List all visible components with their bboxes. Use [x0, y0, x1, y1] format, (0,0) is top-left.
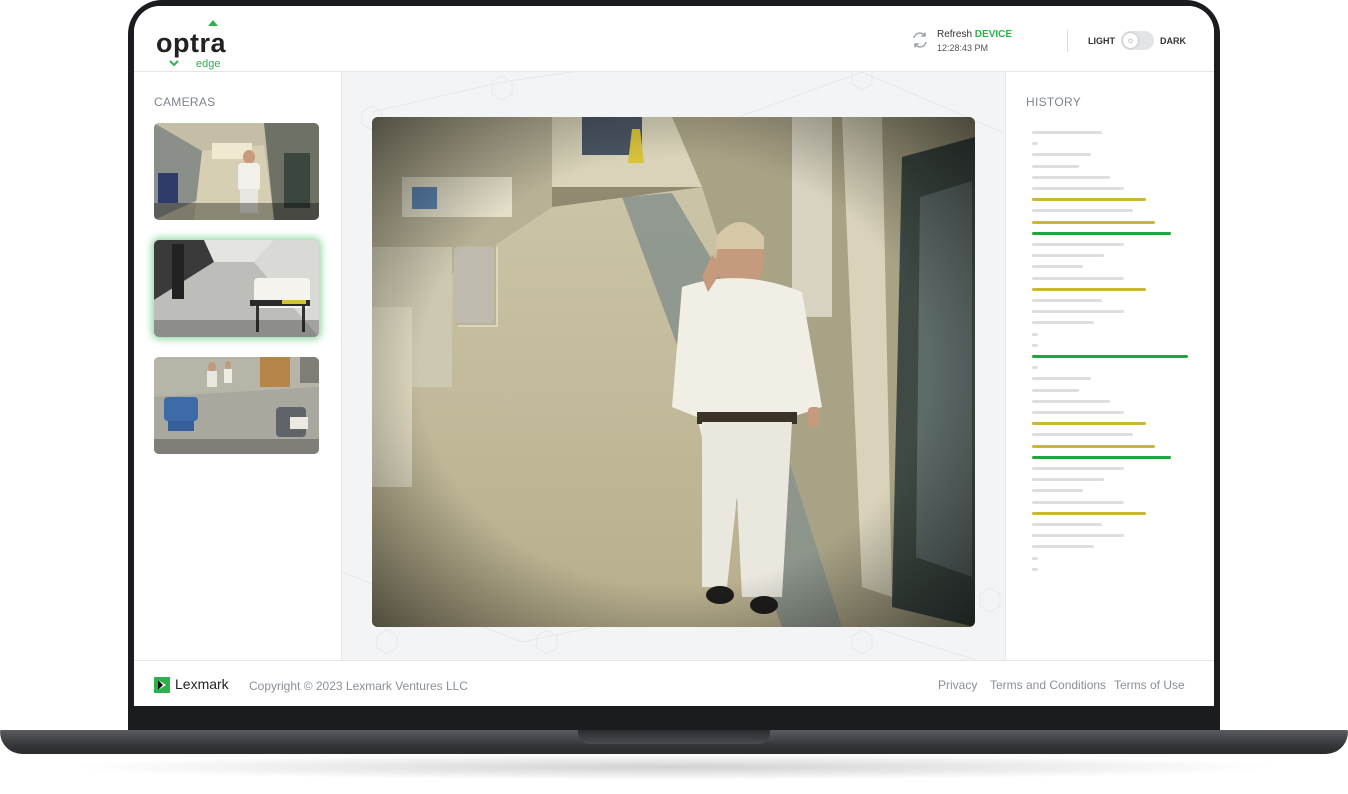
history-entry[interactable] [1032, 243, 1124, 246]
terms-and-conditions-link[interactable]: Terms and Conditions [990, 678, 1106, 692]
app-screen: optra edge Refresh DEVICE 12:28:43 PM LI… [134, 6, 1214, 706]
main-feed-panel [342, 72, 1005, 660]
cameras-title: CAMERAS [154, 95, 216, 109]
history-entry[interactable] [1032, 310, 1124, 314]
history-entry[interactable] [1032, 523, 1102, 526]
history-entry[interactable] [1032, 276, 1124, 280]
camera-thumbnail-3[interactable] [154, 357, 319, 454]
history-entry[interactable] [1032, 545, 1094, 549]
history-entry[interactable] [1032, 511, 1146, 515]
history-entry[interactable] [1032, 366, 1038, 370]
cameras-panel: CAMERAS [134, 72, 342, 660]
history-entry[interactable] [1032, 164, 1079, 168]
laptop-chin [134, 706, 1214, 728]
history-entry[interactable] [1032, 153, 1091, 157]
history-title: HISTORY [1026, 95, 1082, 109]
history-entry[interactable] [1032, 422, 1146, 426]
history-entry[interactable] [1032, 343, 1038, 347]
history-entry[interactable] [1032, 411, 1124, 414]
theme-light-label: LIGHT [1088, 36, 1115, 46]
app-footer: Lexmark Copyright © 2023 Lexmark Venture… [134, 660, 1214, 706]
device-label: DEVICE [974, 29, 1013, 40]
history-entry[interactable] [1032, 131, 1102, 134]
refresh-time: 12:28:43 PM [937, 43, 989, 53]
app-header: optra edge Refresh DEVICE 12:28:43 PM LI… [134, 6, 1214, 72]
refresh-icon[interactable] [910, 30, 930, 50]
history-entry[interactable] [1032, 489, 1083, 493]
history-entry[interactable] [1032, 299, 1102, 302]
laptop-notch [578, 730, 770, 744]
refresh-label: Refresh [937, 29, 973, 40]
history-panel: HISTORY [1005, 72, 1214, 660]
lexmark-name: Lexmark [175, 676, 229, 692]
history-entry[interactable] [1032, 355, 1188, 358]
history-entry[interactable] [1032, 142, 1038, 146]
history-entry[interactable] [1032, 175, 1110, 179]
history-entry[interactable] [1032, 187, 1124, 190]
history-entry[interactable] [1032, 209, 1133, 213]
history-entry[interactable] [1032, 198, 1146, 202]
history-entry[interactable] [1032, 321, 1094, 325]
history-entry[interactable] [1032, 287, 1146, 291]
history-entry[interactable] [1032, 534, 1124, 538]
theme-dark-label: DARK [1160, 36, 1186, 46]
logo-chevron-down-icon [169, 60, 179, 67]
history-entry[interactable] [1032, 444, 1155, 448]
history-entry[interactable] [1032, 399, 1110, 403]
camera-1-feed [154, 123, 319, 220]
copyright-text: Copyright © 2023 Lexmark Ventures LLC [249, 679, 468, 693]
laptop-mockup: optra edge Refresh DEVICE 12:28:43 PM LI… [0, 0, 1348, 794]
logo-arrow-up-icon [208, 20, 218, 26]
header-divider [1067, 30, 1068, 52]
history-entry[interactable] [1032, 220, 1155, 224]
main-camera-image [372, 117, 975, 627]
camera-thumbnail-2[interactable] [154, 240, 319, 337]
privacy-link[interactable]: Privacy [938, 678, 977, 692]
history-entry[interactable] [1032, 567, 1038, 571]
history-entry[interactable] [1032, 332, 1038, 336]
logo-sub: edge [196, 58, 221, 70]
laptop-shadow [60, 754, 1288, 780]
history-entry[interactable] [1032, 265, 1083, 269]
history-entry[interactable] [1032, 433, 1133, 437]
camera-2-feed [154, 240, 319, 337]
history-entry[interactable] [1032, 388, 1079, 392]
history-entry[interactable] [1032, 556, 1038, 560]
history-entry[interactable] [1032, 231, 1171, 235]
history-entry[interactable] [1032, 478, 1104, 482]
refresh-device-button[interactable]: Refresh DEVICE [937, 29, 1012, 40]
history-entry[interactable] [1032, 500, 1124, 504]
camera-thumbnail-1[interactable] [154, 123, 319, 220]
history-entry[interactable] [1032, 455, 1171, 459]
history-entry[interactable] [1032, 377, 1091, 381]
theme-toggle[interactable]: ☼ [1121, 31, 1154, 50]
history-entry[interactable] [1032, 254, 1104, 258]
lexmark-logo-icon [154, 677, 170, 693]
terms-of-use-link[interactable]: Terms of Use [1114, 678, 1185, 692]
main-camera-feed[interactable] [372, 117, 975, 627]
sun-icon: ☼ [1123, 33, 1138, 48]
optra-edge-logo[interactable]: optra edge [156, 18, 246, 70]
camera-3-feed [154, 357, 319, 454]
history-entry[interactable] [1032, 467, 1124, 470]
logo-word: optra [156, 28, 226, 58]
